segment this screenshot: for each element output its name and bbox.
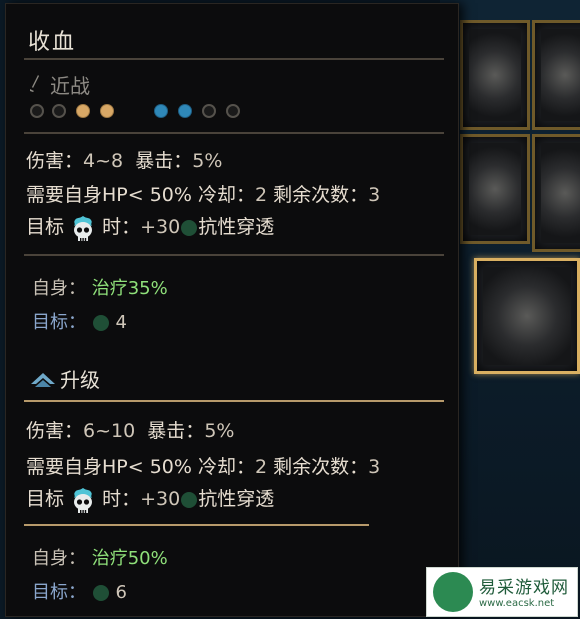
divider bbox=[24, 524, 369, 526]
resist-value: +30 bbox=[140, 488, 181, 510]
target-dot bbox=[202, 104, 216, 118]
target-effect-label: 目标： bbox=[32, 312, 86, 333]
base-requirement-line: 需要自身HP< 50% 冷却：2 剩余次数：3 bbox=[26, 180, 380, 207]
site-logo-icon bbox=[433, 572, 473, 612]
target-label: 目标 bbox=[26, 216, 65, 238]
uses-value: 3 bbox=[368, 456, 381, 478]
burning-skull-icon bbox=[74, 487, 93, 513]
upgrade-target-line: 目标 时：+30 抗性穿透 bbox=[26, 484, 274, 514]
target-effect-label: 目标： bbox=[32, 582, 86, 603]
blight-icon bbox=[92, 315, 109, 331]
skill-slot[interactable] bbox=[532, 134, 580, 252]
divider bbox=[24, 132, 444, 134]
cooldown-label: 冷却： bbox=[197, 456, 255, 478]
melee-sword-icon bbox=[30, 75, 39, 92]
damage-label: 伤害： bbox=[26, 150, 84, 172]
base-target-effect: 目标： 4 bbox=[32, 308, 127, 334]
base-target-line: 目标 时：+30 抗性穿透 bbox=[26, 212, 274, 242]
rank-dot bbox=[30, 104, 44, 118]
cooldown-value: 2 bbox=[255, 184, 268, 206]
target-label: 目标 bbox=[26, 488, 65, 510]
resist-label: 抗性穿透 bbox=[198, 216, 275, 238]
base-damage-line: 伤害：4~8 暴击：5% bbox=[26, 146, 222, 173]
cooldown-value: 2 bbox=[255, 456, 268, 478]
skill-slot[interactable] bbox=[460, 20, 530, 130]
crit-value: 5% bbox=[192, 150, 223, 172]
upgrade-requirement-line: 需要自身HP< 50% 冷却：2 剩余次数：3 bbox=[26, 452, 380, 479]
target-dot bbox=[226, 104, 240, 118]
crit-value: 5% bbox=[204, 420, 235, 442]
when-label: 时： bbox=[102, 488, 141, 510]
skill-tooltip: 收血 近战 伤害：4~8 暴击：5% 需要自身HP< 50% 冷却：2 剩余次数… bbox=[5, 3, 459, 617]
upgrade-damage-line: 伤害：6~10 暴击：5% bbox=[26, 416, 234, 443]
upgrade-title: 升级 bbox=[60, 368, 100, 392]
requirement-label: 需要自身HP< 50% bbox=[26, 184, 192, 206]
self-label: 自身： bbox=[32, 548, 86, 569]
self-heal-value: 治疗35% bbox=[91, 278, 168, 299]
uses-value: 3 bbox=[368, 184, 381, 206]
resist-value: +30 bbox=[140, 216, 181, 238]
self-heal-value: 治疗50% bbox=[91, 548, 168, 569]
blight-value: 6 bbox=[115, 582, 127, 603]
cooldown-label: 冷却： bbox=[197, 184, 255, 206]
rank-dot bbox=[52, 104, 66, 118]
base-self-effect: 自身： 治疗35% bbox=[32, 274, 168, 300]
skill-title: 收血 bbox=[28, 30, 77, 55]
when-label: 时： bbox=[102, 216, 141, 238]
damage-value: 4~8 bbox=[83, 150, 124, 172]
upgrade-target-effect: 目标： 6 bbox=[32, 578, 127, 604]
damage-value: 6~10 bbox=[83, 420, 136, 442]
divider bbox=[24, 400, 444, 402]
burning-skull-icon bbox=[74, 215, 93, 241]
blight-value: 4 bbox=[115, 312, 127, 333]
watermark-url: www.eacsk.net bbox=[479, 598, 555, 609]
skill-slot[interactable] bbox=[460, 134, 530, 244]
crit-label: 暴击： bbox=[135, 150, 193, 172]
rank-dot bbox=[100, 104, 114, 118]
blight-icon bbox=[181, 219, 198, 236]
upgrade-self-effect: 自身： 治疗50% bbox=[32, 544, 168, 570]
requirement-label: 需要自身HP< 50% bbox=[26, 456, 192, 478]
target-dot bbox=[154, 104, 168, 118]
crit-label: 暴击： bbox=[147, 420, 205, 442]
skill-slot-selected[interactable] bbox=[474, 258, 580, 374]
divider bbox=[24, 254, 444, 256]
skill-slot[interactable] bbox=[532, 20, 580, 130]
self-label: 自身： bbox=[32, 278, 86, 299]
blight-icon bbox=[92, 585, 109, 601]
skill-type: 近战 bbox=[50, 74, 90, 98]
target-dot bbox=[178, 104, 192, 118]
rank-dot bbox=[76, 104, 90, 118]
divider bbox=[24, 58, 444, 60]
blight-icon bbox=[181, 491, 198, 508]
resist-label: 抗性穿透 bbox=[198, 488, 275, 510]
damage-label: 伤害： bbox=[26, 420, 84, 442]
watermark-name: 易采游戏网 bbox=[479, 578, 569, 598]
uses-label: 剩余次数： bbox=[273, 456, 369, 478]
uses-label: 剩余次数： bbox=[273, 184, 369, 206]
upgrade-icon bbox=[31, 373, 55, 387]
site-watermark: 易采游戏网 www.eacsk.net bbox=[426, 567, 578, 617]
